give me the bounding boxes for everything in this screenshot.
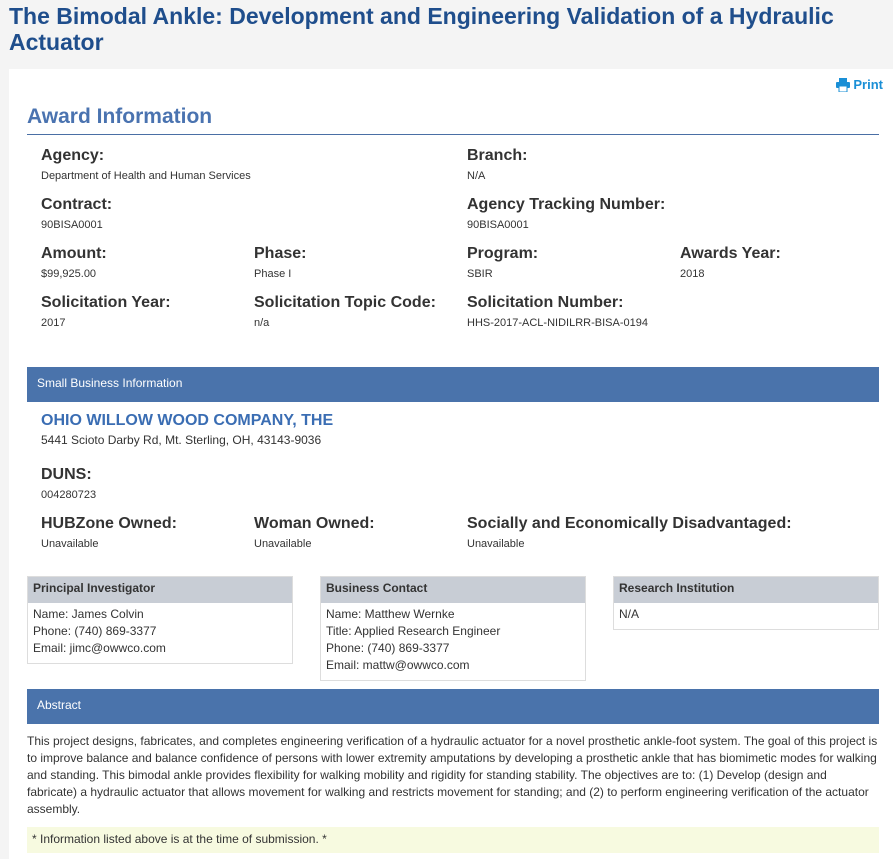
phase-field: Phase: Phase I	[254, 245, 307, 280]
solicitation-year-field: Solicitation Year: 2017	[41, 294, 171, 329]
woman-owned-field: Woman Owned: Unavailable	[254, 515, 375, 550]
award-heading: Award Information	[27, 105, 879, 135]
submission-note: * Information listed above is at the tim…	[27, 827, 879, 853]
content-panel: Print Award Information Agency: Departmen…	[9, 69, 893, 859]
print-link[interactable]: Print	[836, 77, 883, 92]
business-contact-box: Business Contact Name: Matthew Wernke Tit…	[320, 576, 586, 681]
solicitation-topic-field: Solicitation Topic Code: n/a	[254, 294, 436, 329]
small-business-header: Small Business Information	[27, 367, 879, 402]
page-title: The Bimodal Ankle: Development and Engin…	[9, 3, 834, 55]
company-address: 5441 Scioto Darby Rd, Mt. Sterling, OH, …	[41, 433, 322, 447]
abstract-text: This project designs, fabricates, and co…	[27, 734, 878, 816]
disadvantaged-field: Socially and Economically Disadvantaged:…	[467, 515, 792, 550]
agency-field: Agency: Department of Health and Human Se…	[41, 147, 251, 182]
contract-field: Contract: 90BISA0001	[41, 196, 113, 231]
research-institution-box: Research Institution N/A	[613, 576, 879, 630]
company-name[interactable]: OHIO WILLOW WOOD COMPANY, THE	[41, 412, 333, 430]
abstract-header: Abstract	[27, 689, 879, 724]
awards-year-field: Awards Year: 2018	[680, 245, 781, 280]
amount-field: Amount: $99,925.00	[41, 245, 107, 280]
tracking-field: Agency Tracking Number: 90BISA0001	[467, 196, 666, 231]
duns-field: DUNS: 004280723	[41, 466, 97, 501]
principal-investigator-box: Principal Investigator Name: James Colvi…	[27, 576, 293, 664]
hubzone-field: HUBZone Owned: Unavailable	[41, 515, 177, 550]
print-label: Print	[853, 77, 883, 92]
solicitation-number-field: Solicitation Number: HHS-2017-ACL-NIDILRR…	[467, 294, 648, 329]
printer-icon	[836, 77, 851, 92]
program-field: Program: SBIR	[467, 245, 539, 280]
branch-field: Branch: N/A	[467, 147, 528, 182]
